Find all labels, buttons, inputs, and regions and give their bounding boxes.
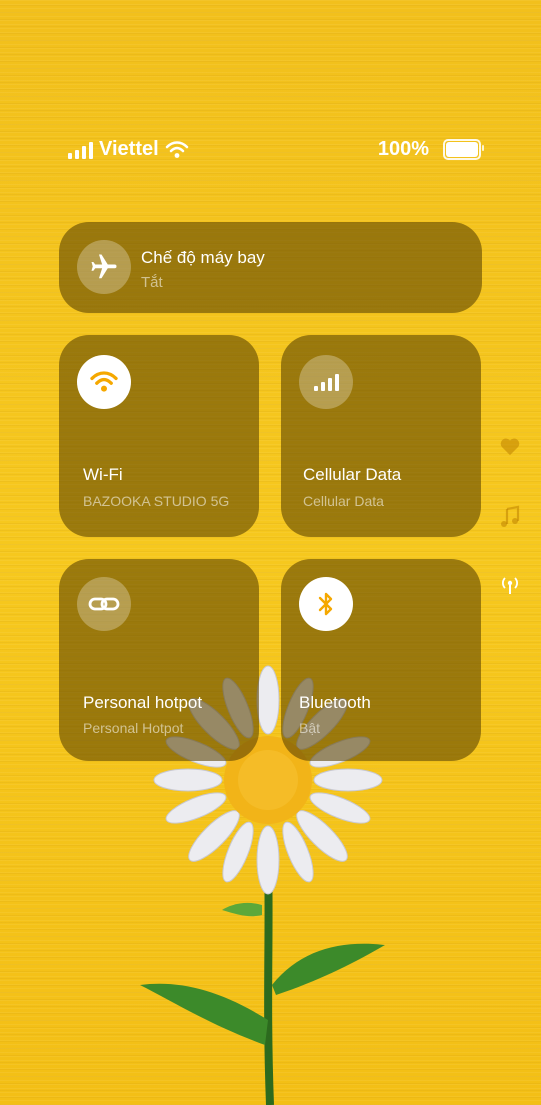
wifi-tile[interactable]: Wi-Fi BAZOOKA STUDIO 5G [59, 335, 259, 537]
battery-percent: 100% [377, 138, 429, 160]
heart-icon[interactable] [499, 436, 521, 461]
bluetooth-subtitle: Bật [299, 720, 321, 736]
battery-icon [443, 139, 484, 160]
hotspot-subtitle: Personal Hotpot [83, 720, 184, 736]
cellular-title: Cellular Data [303, 465, 402, 484]
personal-hotspot-tile[interactable]: Personal hotpot Personal Hotpot [59, 559, 259, 761]
hotspot-toggle[interactable] [77, 577, 131, 631]
signal-icon [68, 141, 93, 159]
airplane-toggle[interactable] [77, 240, 131, 294]
wifi-icon [90, 371, 118, 392]
cellular-toggle[interactable] [299, 355, 353, 409]
bluetooth-tile[interactable]: Bluetooth Bật [281, 559, 481, 761]
link-icon [88, 597, 120, 611]
hotspot-title: Personal hotpot [83, 693, 203, 712]
bluetooth-icon [318, 592, 333, 616]
cellular-subtitle: Cellular Data [303, 493, 384, 509]
bluetooth-title: Bluetooth [299, 693, 371, 712]
daisy-illustration [140, 665, 385, 1105]
wifi-subtitle: BAZOOKA STUDIO 5G [83, 493, 230, 509]
broadcast-icon[interactable] [499, 574, 521, 601]
carrier-name: Viettel [99, 138, 159, 160]
airplane-mode-tile[interactable]: Chế độ máy bay Tắt [59, 222, 482, 313]
cellular-icon [313, 373, 339, 391]
cellular-data-tile[interactable]: Cellular Data Cellular Data [281, 335, 481, 537]
wifi-toggle[interactable] [77, 355, 131, 409]
airplane-title: Chế độ máy bay [141, 248, 265, 267]
bluetooth-toggle[interactable] [299, 577, 353, 631]
airplane-icon [91, 254, 117, 279]
wifi-status-icon [165, 140, 188, 158]
status-bar: Viettel 100% [68, 138, 484, 164]
airplane-subtitle: Tắt [141, 274, 163, 291]
battery-group: 100% [377, 138, 484, 161]
carrier-group: Viettel [68, 138, 189, 161]
wifi-title: Wi-Fi [83, 465, 123, 484]
music-icon[interactable] [499, 505, 521, 534]
